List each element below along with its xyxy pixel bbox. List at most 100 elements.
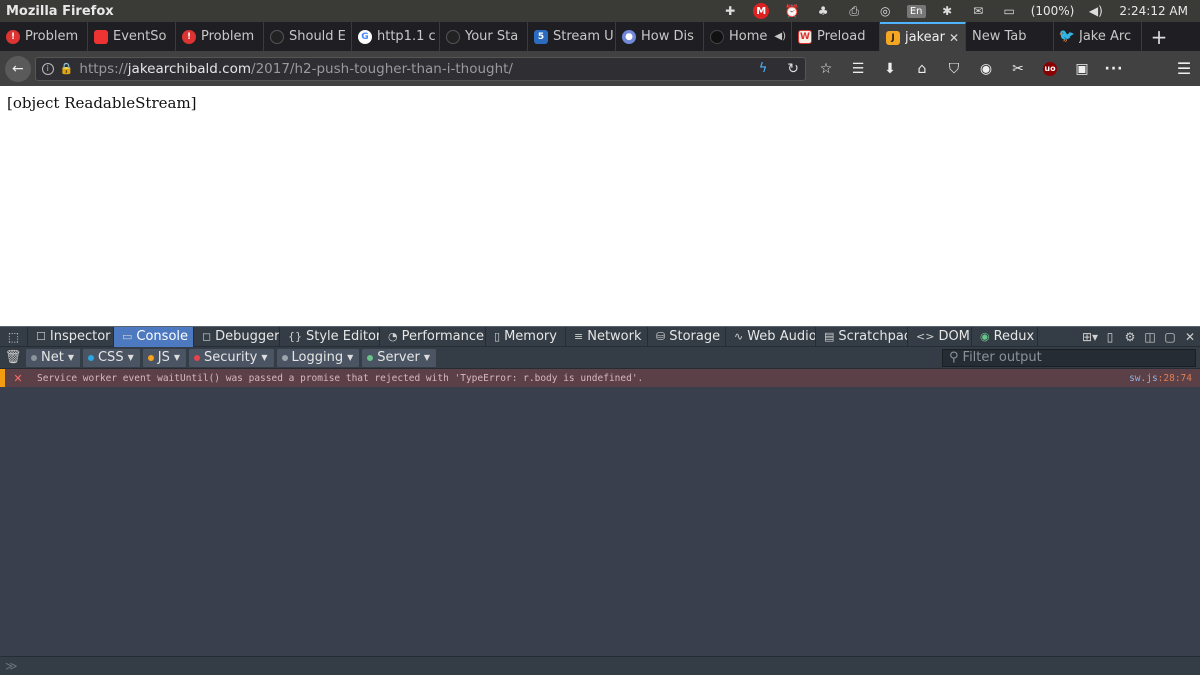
- browser-tab[interactable]: 5 Stream U: [528, 22, 616, 51]
- filter-js[interactable]: JS ▼: [142, 348, 186, 367]
- bluetooth-icon[interactable]: ✱: [932, 0, 963, 22]
- reload-icon[interactable]: ↻: [787, 61, 799, 77]
- chevron-down-icon: ▼: [127, 353, 134, 362]
- devtools-tab-console[interactable]: ▭ Console: [114, 326, 194, 347]
- gmail-indicator-icon[interactable]: M: [746, 0, 777, 22]
- volume-icon[interactable]: ◀): [1080, 0, 1111, 22]
- chevron-down-icon: ▼: [261, 353, 268, 362]
- browser-tab[interactable]: New Tab: [966, 22, 1054, 51]
- filter-server[interactable]: Server ▼: [362, 348, 437, 367]
- system-tray: ✚ M ⏰ ♣ ⎙ ◎ En ✱ ✉ ▭ (100%) ◀) 2:24:12 A…: [715, 0, 1200, 22]
- prompt-chevron-icon: ≫: [5, 659, 18, 673]
- user-indicator-icon[interactable]: ♣: [808, 0, 839, 22]
- console-error-message[interactable]: ✕ Service worker event waitUntil() was p…: [0, 369, 1200, 387]
- lock-icon[interactable]: 🔒: [60, 62, 74, 75]
- hamburger-menu-icon[interactable]: ☰: [1168, 54, 1200, 84]
- browser-tab[interactable]: ● How Dis: [616, 22, 704, 51]
- plus-indicator-icon[interactable]: ✚: [715, 0, 746, 22]
- responsive-mode-icon[interactable]: ▯: [1100, 327, 1120, 347]
- frame-select-icon[interactable]: ⊞▾: [1080, 327, 1100, 347]
- url-text[interactable]: https://jakearchibald.com/2017/h2-push-t…: [79, 61, 752, 77]
- console-toolbar: 🗑 Net ▼ CSS ▼ JS ▼ Security ▼ Logging ▼ Serve…: [0, 347, 1200, 369]
- back-button[interactable]: ←: [5, 55, 31, 82]
- page-viewport: [object ReadableStream]: [0, 86, 1200, 326]
- web-audio-icon: ∿: [734, 330, 744, 343]
- browser-tab[interactable]: Home ◀): [704, 22, 792, 51]
- error-icon: !: [6, 29, 20, 44]
- browser-tab[interactable]: 🐦 Jake Arc: [1054, 22, 1142, 51]
- alarm-icon[interactable]: ⏰: [777, 0, 808, 22]
- screenshot-icon[interactable]: ✂: [1002, 54, 1034, 84]
- mail-icon[interactable]: ✉: [963, 0, 994, 22]
- filter-output-input[interactable]: ⚲ Filter output: [942, 348, 1196, 367]
- scratchpad-icon: ▤: [824, 330, 835, 343]
- devtools-tab-scratchpad[interactable]: ▤ Scratchpad: [816, 326, 908, 347]
- browser-tab[interactable]: Should E: [264, 22, 352, 51]
- element-picker-icon[interactable]: ⬚: [0, 326, 28, 347]
- devtools-tab-network[interactable]: ≡ Network: [566, 326, 648, 347]
- devtools-tab-style-editor[interactable]: {} Style Editor: [280, 326, 380, 347]
- clock[interactable]: 2:24:12 AM: [1111, 4, 1200, 18]
- close-devtools-icon[interactable]: ✕: [1180, 327, 1200, 347]
- extension-icon[interactable]: ▣: [1066, 54, 1098, 84]
- ublock-icon[interactable]: uo: [1034, 54, 1066, 84]
- extension-badge-icon[interactable]: ◉: [970, 54, 1002, 84]
- url-bar[interactable]: i 🔒 https://jakearchibald.com/2017/h2-pu…: [34, 56, 806, 81]
- browser-tab-active[interactable]: Jjakear ✕: [880, 22, 966, 51]
- browser-tab[interactable]: Your Sta: [440, 22, 528, 51]
- chevron-down-icon: ▼: [347, 353, 354, 362]
- browser-tab[interactable]: ! Problem: [0, 22, 88, 51]
- bookmark-star-icon[interactable]: ☆: [810, 54, 842, 84]
- browser-tab[interactable]: EventSo: [88, 22, 176, 51]
- memory-icon: ▯: [494, 330, 501, 343]
- settings-gear-icon[interactable]: ⚙: [1120, 327, 1140, 347]
- new-tab-button[interactable]: +: [1142, 22, 1176, 51]
- lightning-icon[interactable]: ϟ: [759, 61, 768, 76]
- printer-icon[interactable]: ⎙: [839, 0, 870, 22]
- battery-icon[interactable]: ▭: [994, 0, 1025, 22]
- keyboard-layout[interactable]: En: [901, 0, 932, 22]
- devtools-tab-storage[interactable]: ⛁ Storage: [648, 326, 726, 347]
- filter-net[interactable]: Net ▼: [26, 348, 80, 367]
- devtools-tab-inspector[interactable]: ☐ Inspector: [28, 326, 114, 347]
- home-button-icon[interactable]: ⌂: [906, 54, 938, 84]
- console-icon: ▭: [122, 330, 133, 343]
- wireless-icon[interactable]: ◎: [870, 0, 901, 22]
- devtools-tabbar: ⬚ ☐ Inspector ▭ Console ◻ Debugger {} Style …: [0, 326, 1200, 347]
- event-icon: [94, 29, 108, 44]
- overflow-icon[interactable]: ···: [1098, 54, 1130, 84]
- tab-strip: ! Problem EventSo ! Problem Should E Ghttp…: [0, 22, 1200, 51]
- devtools-tab-debugger[interactable]: ◻ Debugger: [194, 326, 280, 347]
- home-icon: [710, 29, 724, 44]
- error-x-icon: ✕: [13, 371, 23, 385]
- error-icon: !: [182, 29, 196, 44]
- battery-percent: (100%): [1030, 4, 1075, 18]
- ws-icon: W: [798, 29, 812, 44]
- error-text: Service worker event waitUntil() was pas…: [37, 372, 644, 384]
- devtools-controls: ⊞▾ ▯ ⚙ ◫ ▢ ✕: [1080, 327, 1200, 347]
- filter-security[interactable]: Security ▼: [188, 348, 274, 367]
- devtools-tab-performance[interactable]: ◔ Performance: [380, 326, 486, 347]
- source-location-link[interactable]: sw.js:28:74: [1129, 373, 1192, 384]
- discord-icon: ●: [622, 29, 636, 44]
- clear-console-icon[interactable]: 🗑: [0, 350, 26, 365]
- devtools-tab-dom[interactable]: <> DOM: [908, 326, 972, 347]
- page-content: [object ReadableStream]: [7, 94, 197, 112]
- devtools-tab-memory[interactable]: ▯ Memory: [486, 326, 566, 347]
- dock-side-icon[interactable]: ◫: [1140, 327, 1160, 347]
- download-icon[interactable]: ⬇: [874, 54, 906, 84]
- close-tab-icon[interactable]: ✕: [949, 31, 959, 45]
- browser-tab[interactable]: W Preload: [792, 22, 880, 51]
- dock-window-icon[interactable]: ▢: [1160, 327, 1180, 347]
- bookmarks-list-icon[interactable]: ☰: [842, 54, 874, 84]
- pocket-icon[interactable]: ⛉: [938, 54, 970, 84]
- audio-playing-icon[interactable]: ◀): [774, 31, 786, 42]
- filter-css[interactable]: CSS ▼: [82, 348, 140, 367]
- devtools-tab-redux[interactable]: ◉ Redux: [972, 326, 1038, 347]
- devtools-tab-web-audio[interactable]: ∿ Web Audio: [726, 326, 816, 347]
- filter-logging[interactable]: Logging ▼: [276, 348, 360, 367]
- browser-tab[interactable]: Ghttp1.1 c: [352, 22, 440, 51]
- console-input[interactable]: ≫: [0, 656, 1200, 675]
- info-icon[interactable]: i: [41, 62, 54, 75]
- browser-tab[interactable]: ! Problem: [176, 22, 264, 51]
